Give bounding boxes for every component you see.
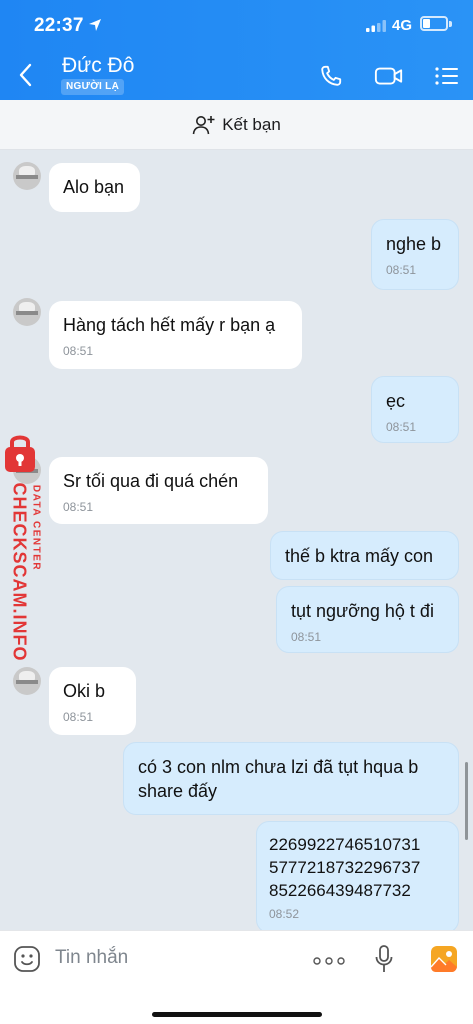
- message-bubble-incoming[interactable]: Hàng tách hết mấy r bạn ạ 08:51: [49, 301, 302, 369]
- add-friend-icon: [192, 114, 216, 136]
- more-icon[interactable]: [313, 957, 345, 965]
- message-time: 08:51: [63, 500, 94, 514]
- message-input-bar: Tin nhắn: [0, 930, 473, 1024]
- network-type: 4G: [392, 17, 413, 34]
- message-text: Hàng tách hết mấy r bạn ạ: [63, 315, 276, 335]
- add-friend-label: Kết bạn: [222, 114, 281, 134]
- message-time: 08:51: [386, 420, 417, 434]
- gallery-icon[interactable]: [430, 945, 458, 973]
- back-arrow-icon: [19, 63, 32, 87]
- watermark-subtext: DATA CENTER: [30, 484, 42, 572]
- message-time: 08:51: [63, 344, 94, 358]
- contact-avatar[interactable]: [13, 667, 41, 695]
- code-line: 852266439487732: [269, 881, 411, 900]
- video-call-icon: [374, 67, 403, 85]
- contact-avatar[interactable]: [13, 298, 41, 326]
- battery-icon: [420, 16, 448, 31]
- status-time: 22:37: [34, 15, 84, 36]
- battery-tip: [449, 21, 452, 27]
- watermark-text: CHECKSCAM.INFO: [9, 482, 30, 662]
- scrollbar[interactable]: [465, 762, 468, 840]
- message-bubble-outgoing[interactable]: thế b ktra mấy con: [270, 531, 459, 580]
- message-text: nghe b: [386, 234, 442, 254]
- message-bubble-incoming[interactable]: Alo bạn: [49, 163, 140, 212]
- video-call-button[interactable]: [374, 62, 404, 90]
- message-text: tụt ngưỡng hộ t đi: [291, 601, 434, 621]
- phone-icon: [321, 65, 342, 86]
- chat-header: 22:37 4G Đức Đô NGƯỜI LẠ: [0, 0, 473, 100]
- stranger-badge: NGƯỜI LẠ: [61, 79, 125, 95]
- code-line: 2269922746510731: [269, 835, 421, 854]
- status-bar: 22:37 4G: [0, 0, 473, 50]
- code-line: 5777218732296737: [269, 858, 421, 877]
- message-text: ẹc: [386, 391, 406, 411]
- menu-list-icon: [435, 67, 458, 85]
- options-menu-button[interactable]: [432, 62, 462, 90]
- signal-icon: [366, 20, 386, 32]
- location-arrow-icon: [89, 19, 101, 31]
- home-indicator: [152, 1012, 322, 1017]
- message-text: Sr tối qua đi quá chén: [63, 471, 239, 491]
- message-bubble-outgoing[interactable]: tụt ngưỡng hộ t đi 08:51: [276, 586, 459, 653]
- message-input[interactable]: Tin nhắn: [55, 947, 128, 969]
- back-button[interactable]: [14, 60, 36, 90]
- message-time: 08:52: [269, 907, 300, 921]
- watermark-lock-icon: [5, 435, 35, 472]
- add-friend-bar[interactable]: Kết bạn: [0, 100, 473, 150]
- message-text: Alo bạn: [63, 177, 125, 197]
- message-bubble-incoming[interactable]: Oki b 08:51: [49, 667, 136, 735]
- message-bubble-incoming[interactable]: Sr tối qua đi quá chén 08:51: [49, 457, 268, 524]
- message-time: 08:51: [63, 710, 94, 724]
- message-time: 08:51: [386, 263, 417, 277]
- microphone-icon[interactable]: [374, 944, 394, 974]
- emoji-icon[interactable]: [13, 945, 41, 973]
- contact-avatar[interactable]: [13, 162, 41, 190]
- message-bubble-outgoing[interactable]: 2269922746510731 5777218732296737 852266…: [256, 821, 459, 933]
- message-text: thế b ktra mấy con: [285, 546, 434, 566]
- contact-name[interactable]: Đức Đô: [62, 54, 134, 78]
- message-bubble-outgoing[interactable]: ẹc 08:51: [371, 376, 459, 443]
- message-bubble-outgoing[interactable]: nghe b 08:51: [371, 219, 459, 290]
- message-text: có 3 con nlm chưa lzi đã tụt hqua b shar…: [138, 757, 419, 801]
- message-time: 08:51: [291, 630, 322, 644]
- message-bubble-outgoing[interactable]: có 3 con nlm chưa lzi đã tụt hqua b shar…: [123, 742, 459, 815]
- message-text: Oki b: [63, 681, 106, 701]
- call-button[interactable]: [316, 62, 346, 90]
